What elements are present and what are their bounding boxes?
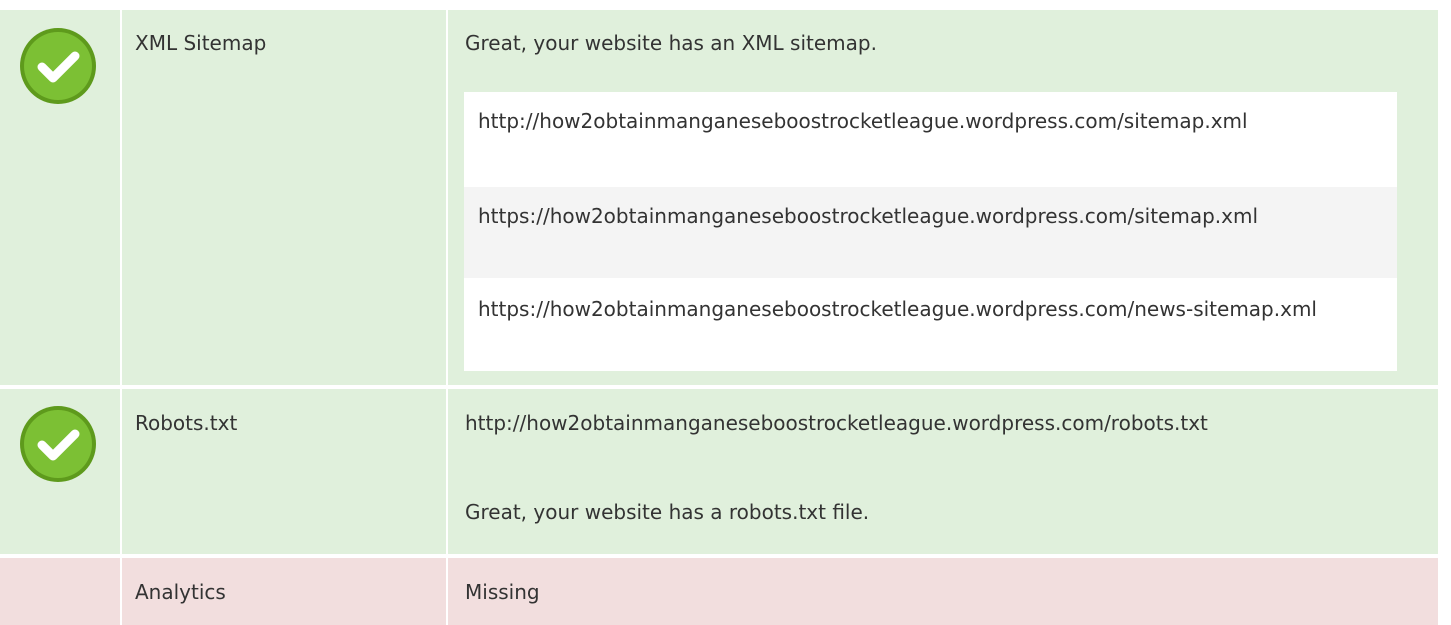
content-cell [448, 558, 1438, 625]
robots-txt-label: Robots.txt [135, 411, 238, 435]
status-cell [0, 558, 120, 625]
sitemap-url-text[interactable]: http://how2obtainmanganeseboostrocketlea… [478, 109, 1248, 133]
sitemap-url-item[interactable]: http://how2obtainmanganeseboostrocketlea… [464, 92, 1397, 187]
analytics-label: Analytics [135, 580, 226, 604]
xml-sitemap-label: XML Sitemap [135, 31, 267, 55]
sitemap-url-item[interactable]: https://how2obtainmanganeseboostrocketle… [464, 278, 1397, 371]
sitemap-url-text[interactable]: https://how2obtainmanganeseboostrocketle… [478, 297, 1317, 321]
sitemap-url-item[interactable]: https://how2obtainmanganeseboostrocketle… [464, 187, 1397, 278]
check-circle-icon [20, 406, 96, 482]
sitemap-url-text[interactable]: https://how2obtainmanganeseboostrocketle… [478, 204, 1258, 228]
analytics-status: Missing [465, 580, 540, 604]
xml-sitemap-message: Great, your website has an XML sitemap. [465, 31, 877, 55]
robots-txt-message: Great, your website has a robots.txt fil… [465, 500, 870, 524]
check-circle-icon [20, 28, 96, 104]
robots-txt-url[interactable]: http://how2obtainmanganeseboostrocketlea… [465, 409, 1430, 437]
label-cell [122, 10, 446, 385]
